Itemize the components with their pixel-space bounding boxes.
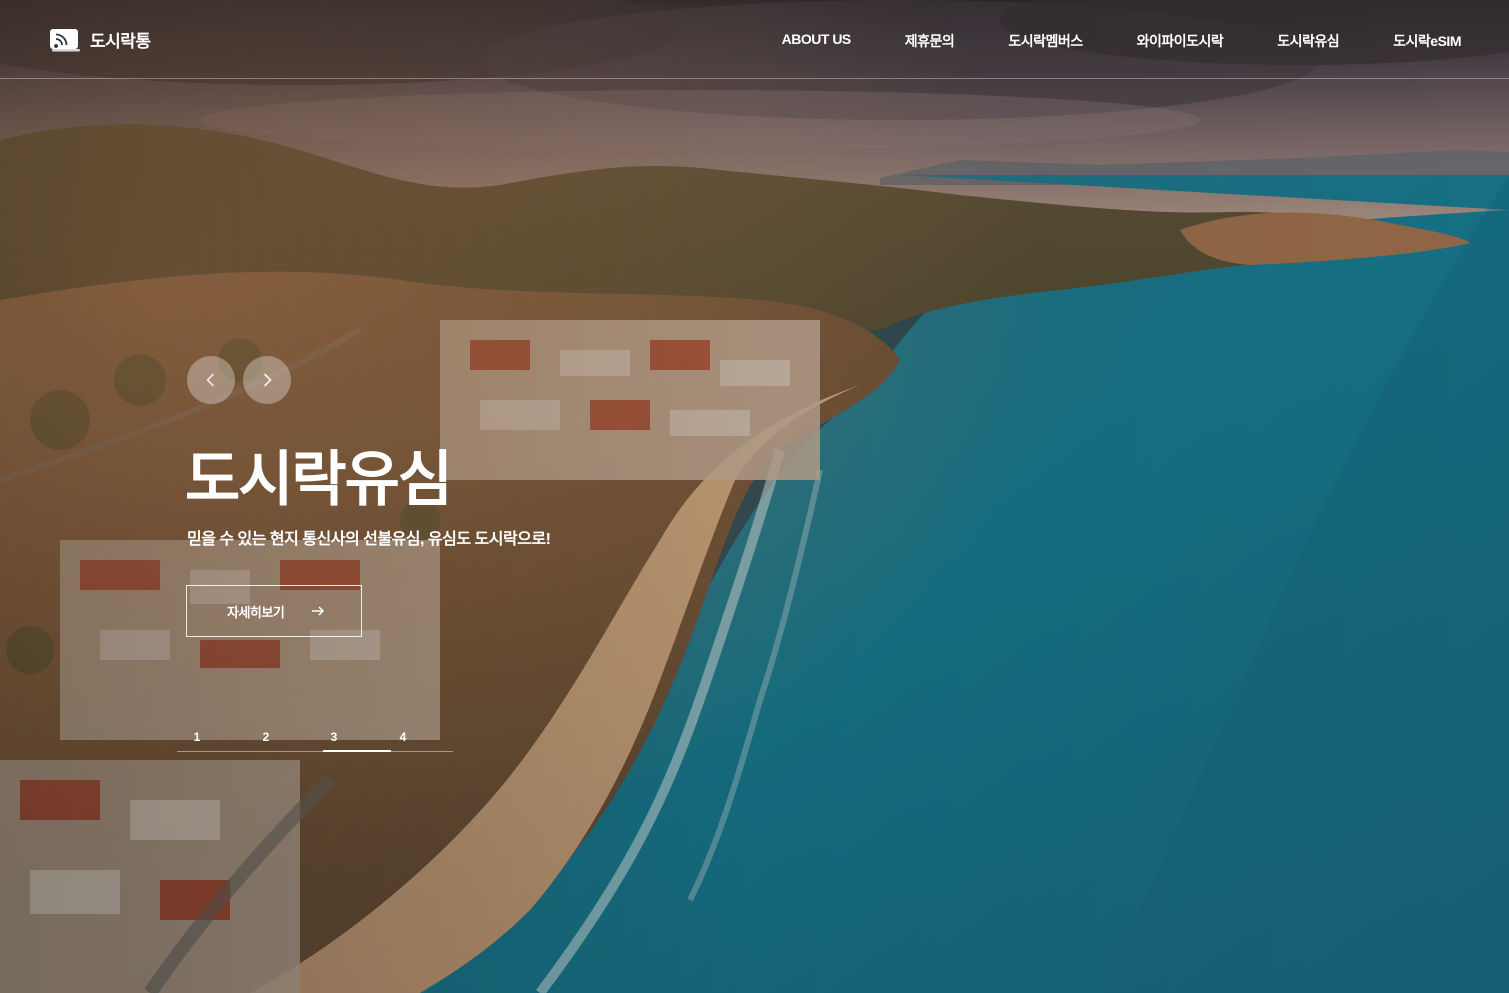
arrow-right-icon (312, 606, 325, 616)
slide-pagination: 1 2 3 4 (177, 730, 453, 754)
pagination-active-indicator (323, 750, 391, 752)
slide-next-button[interactable] (243, 356, 291, 404)
logo-icon (50, 28, 80, 51)
hero-section: 도시락통 ABOUT US 제휴문의 도시락멤버스 와이파이도시락 도시락유심 … (0, 0, 1509, 993)
nav-item-usim[interactable]: 도시락유심 (1277, 31, 1339, 51)
nav-item-partnership[interactable]: 제휴문의 (905, 31, 955, 51)
page-2[interactable]: 2 (246, 730, 286, 744)
more-details-label: 자세히보기 (227, 604, 285, 620)
chevron-left-icon (206, 373, 215, 387)
site-header: 도시락통 ABOUT US 제휴문의 도시락멤버스 와이파이도시락 도시락유심 … (0, 0, 1509, 79)
page-1[interactable]: 1 (177, 730, 217, 744)
logo-link[interactable]: 도시락통 (49, 27, 151, 52)
slide-prev-button[interactable] (187, 356, 235, 404)
hero-subtitle: 믿을 수 있는 현지 통신사의 선불유심, 유심도 도시락으로! (187, 531, 551, 548)
main-nav: ABOUT US 제휴문의 도시락멤버스 와이파이도시락 도시락유심 도시락eS… (728, 31, 1462, 51)
pagination-track (177, 751, 453, 752)
nav-item-about-us[interactable]: ABOUT US (782, 31, 852, 51)
page-4[interactable]: 4 (383, 730, 423, 744)
chevron-right-icon (263, 373, 272, 387)
more-details-button[interactable]: 자세히보기 (186, 585, 362, 637)
nav-item-esim[interactable]: 도시락eSIM (1393, 31, 1461, 51)
logo-text: 도시락통 (90, 32, 151, 51)
nav-item-members[interactable]: 도시락멤버스 (1008, 31, 1083, 51)
nav-item-wifi[interactable]: 와이파이도시락 (1137, 31, 1224, 51)
hero-title: 도시락유심 (185, 446, 453, 513)
page-3[interactable]: 3 (314, 730, 354, 744)
